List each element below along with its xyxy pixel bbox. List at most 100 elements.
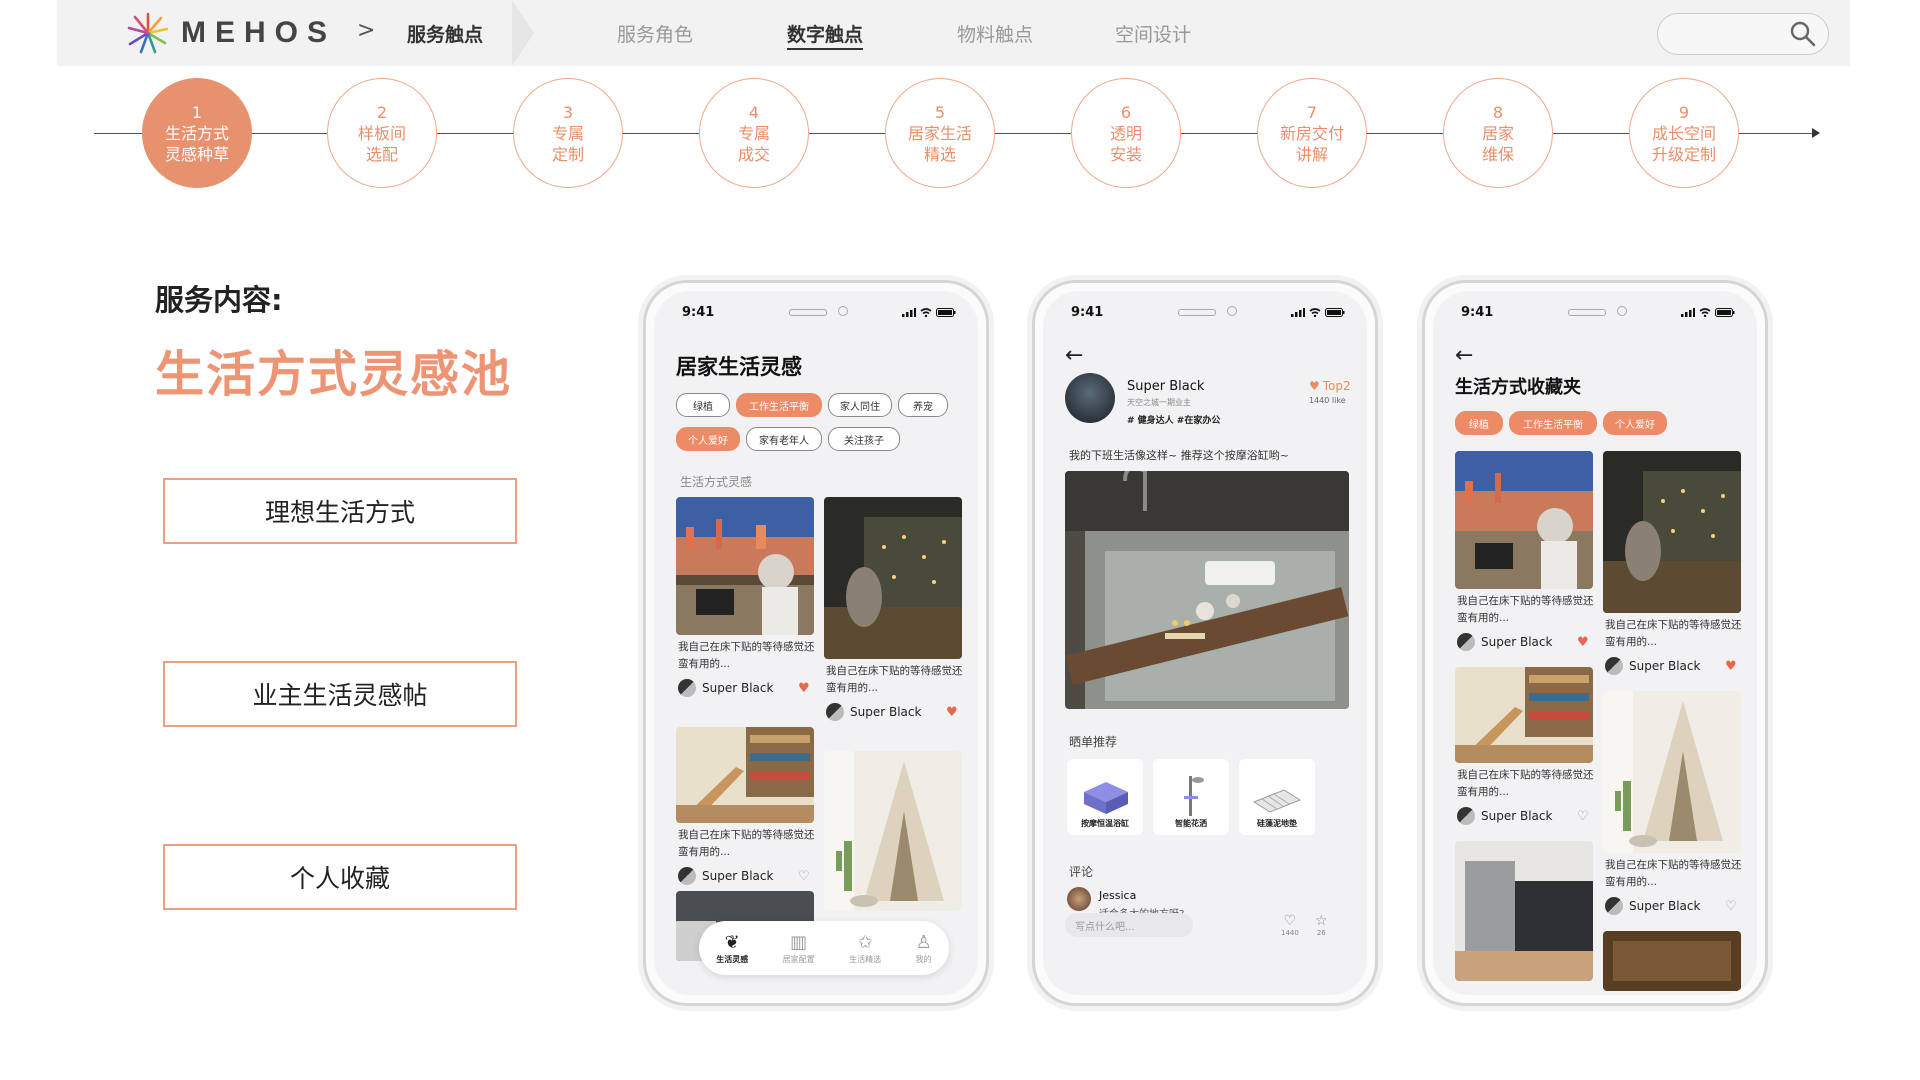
camera-dot (1227, 306, 1237, 316)
card-author[interactable]: Super Black (1605, 657, 1700, 675)
card-caption: 我自己在床下贴的等待感觉还蛮有用的... (826, 665, 963, 694)
mehos-logo-icon (127, 12, 169, 54)
card-image-study[interactable] (1603, 931, 1741, 991)
heart-outline-icon[interactable]: ♡ (1577, 809, 1589, 824)
tab-home-config[interactable]: ▥ 居家配置 (783, 932, 815, 965)
card-image-balcony[interactable] (824, 497, 962, 659)
card-author[interactable]: Super Black (678, 679, 773, 697)
step-1[interactable]: 1 生活方式 灵感种草 (142, 78, 252, 188)
service-content-label: 服务内容: (155, 283, 283, 317)
author-name: Super Black (1629, 899, 1701, 913)
step-9[interactable]: 9 成长空间 升级定制 (1629, 78, 1739, 188)
battery-icon (1715, 308, 1735, 317)
phone-screen: 9:41 居家生活灵感 绿植 工作生活平衡 家人同住 养宠 个人爱好 家有老年人… (654, 291, 978, 995)
step-label-line1: 专属 (551, 123, 584, 143)
step-3[interactable]: 3 专属 定制 (513, 78, 623, 188)
product-bathtub[interactable]: 按摩恒温浴缸 (1067, 759, 1143, 835)
step-5[interactable]: 5 居家生活 精选 (885, 78, 995, 188)
breadcrumb-separator: > (357, 18, 376, 43)
back-arrow-icon[interactable]: ← (1455, 343, 1473, 368)
tab-profile[interactable]: ♙ 我的 (916, 932, 932, 965)
step-4[interactable]: 4 专属 成交 (699, 78, 809, 188)
comment-input[interactable]: 写点什么吧... (1065, 913, 1193, 937)
heart-icon[interactable]: ♥ (798, 681, 810, 696)
card-image-city[interactable] (1455, 451, 1593, 589)
step-label-line2: 升级定制 (1651, 144, 1716, 164)
back-arrow-icon[interactable]: ← (1065, 343, 1083, 368)
card-author[interactable]: Super Black (826, 703, 921, 721)
nav-space-design[interactable]: 空间设计 (1115, 20, 1191, 47)
tab-inspiration[interactable]: ❦ 生活灵感 (716, 932, 748, 965)
tab-picks[interactable]: ✩ 生活精选 (849, 932, 881, 965)
tab-label: 居家配置 (782, 954, 815, 964)
product-mat[interactable]: 硅藻泥地垫 (1239, 759, 1315, 835)
tag-family[interactable]: 家人同住 (828, 393, 892, 417)
search-input[interactable] (1657, 13, 1829, 55)
step-7[interactable]: 7 新房交付 讲解 (1257, 78, 1367, 188)
card-image-city[interactable] (676, 497, 814, 635)
step-8[interactable]: 8 居家 维保 (1443, 78, 1553, 188)
feature-owner-posts[interactable]: 业主生活灵感帖 (163, 661, 517, 727)
card-image-balcony[interactable] (1603, 451, 1741, 613)
step-label-line2: 讲解 (1295, 144, 1328, 164)
tag-elderly[interactable]: 家有老年人 (746, 427, 822, 451)
avatar (1457, 807, 1475, 825)
step-label-line2: 定制 (551, 144, 584, 164)
brand-name: MEHOS (181, 16, 337, 49)
star-outline-icon: ☆ (1315, 913, 1328, 929)
tag-hobby[interactable]: 个人爱好 (1603, 411, 1667, 435)
shower-icon (1184, 776, 1204, 816)
recommendation-label: 晒单推荐 (1069, 735, 1118, 749)
card-author[interactable]: Super Black (678, 867, 773, 885)
nav-material-touchpoints[interactable]: 物料触点 (957, 20, 1033, 47)
tag-work-life[interactable]: 工作生活平衡 (1509, 411, 1597, 435)
like-button[interactable]: ♡ 1440 (1281, 913, 1299, 937)
card-author[interactable]: Super Black (1457, 633, 1552, 651)
step-number: 6 (1120, 102, 1132, 122)
commenter-avatar[interactable] (1067, 887, 1091, 911)
feature-personal-favorites[interactable]: 个人收藏 (163, 844, 517, 910)
tag-children[interactable]: 关注孩子 (828, 427, 900, 451)
step-2[interactable]: 2 样板间 选配 (327, 78, 437, 188)
step-label-line1: 透明 (1109, 123, 1142, 143)
brand-logo[interactable]: MEHOS (125, 10, 336, 56)
heart-icon[interactable]: ♥ (1725, 659, 1737, 674)
like-count: 1440 like (1309, 396, 1346, 405)
breadcrumb-current[interactable]: 服务触点 (407, 20, 483, 47)
phone-screen: 9:41 ← 生活方式收藏夹 绿植 工作生活平衡 个人爱好 我自己在床下贴的等待… (1433, 291, 1757, 995)
author-avatar[interactable] (1065, 373, 1115, 423)
card-image-playroom[interactable] (676, 727, 814, 823)
card-author[interactable]: Super Black (1605, 897, 1700, 915)
card-image-teepee[interactable] (824, 751, 962, 911)
heart-outline-icon[interactable]: ♡ (1725, 899, 1737, 914)
author-name[interactable]: Super Black (1127, 379, 1204, 394)
card-image-kitchen[interactable] (1455, 841, 1593, 981)
heart-icon[interactable]: ♥ (946, 705, 958, 720)
section-label: 生活方式灵感 (680, 475, 753, 489)
search-icon[interactable] (1790, 21, 1816, 47)
author-tags: # 健身达人 #在家办公 (1127, 416, 1221, 426)
step-label-line1: 样板间 (357, 123, 406, 143)
nav-digital-touchpoints[interactable]: 数字触点 (787, 20, 864, 50)
battery-icon (936, 308, 956, 317)
step-label-line1: 专属 (737, 123, 770, 143)
card-author[interactable]: Super Black (1457, 807, 1552, 825)
card-image-playroom[interactable] (1455, 667, 1593, 763)
card-image-teepee[interactable] (1603, 691, 1741, 853)
feature-ideal-lifestyle[interactable]: 理想生活方式 (163, 478, 517, 544)
card-caption: 我自己在床下贴的等待感觉还蛮有用的... (1457, 769, 1594, 798)
step-6[interactable]: 6 透明 安装 (1071, 78, 1181, 188)
heart-icon[interactable]: ♥ (1577, 635, 1589, 650)
tag-plants[interactable]: 绿植 (1455, 411, 1503, 435)
tag-pets[interactable]: 养宠 (898, 393, 948, 417)
nav-service-roles[interactable]: 服务角色 (617, 20, 693, 47)
post-image-bathtub[interactable] (1065, 471, 1349, 709)
tag-plants[interactable]: 绿植 (676, 393, 730, 417)
card-caption: 我自己在床下贴的等待感觉还蛮有用的... (678, 829, 815, 858)
favorite-button[interactable]: ☆ 26 (1315, 913, 1328, 937)
product-shower[interactable]: 智能花洒 (1153, 759, 1229, 835)
tag-work-life[interactable]: 工作生活平衡 (736, 393, 822, 417)
tag-hobby[interactable]: 个人爱好 (676, 427, 740, 451)
heart-outline-icon[interactable]: ♡ (798, 869, 810, 884)
card-caption: 我自己在床下贴的等待感觉还蛮有用的... (1457, 595, 1594, 624)
